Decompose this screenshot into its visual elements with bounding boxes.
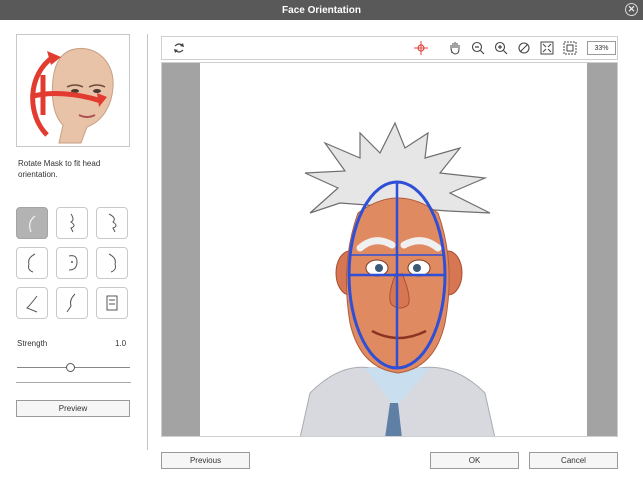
face-down-icon[interactable] [56, 287, 88, 319]
dialog-body: Rotate Mask to fit head orientation. Str… [0, 20, 643, 480]
face-profile-right-icon[interactable] [56, 207, 88, 239]
face-down-right-icon[interactable] [96, 287, 128, 319]
target-icon[interactable] [414, 41, 428, 55]
panel-divider [147, 34, 148, 450]
face-down-left-icon[interactable] [16, 287, 48, 319]
face-right-icon[interactable] [96, 247, 128, 279]
head-rotation-preview-icon [16, 34, 130, 147]
zoom-in-icon[interactable] [494, 41, 508, 55]
zoom-out-icon[interactable] [471, 41, 485, 55]
cancel-button[interactable]: Cancel [529, 452, 618, 469]
rotate-reset-icon[interactable] [172, 41, 186, 55]
face-three-quarter-icon[interactable] [56, 247, 88, 279]
zoom-level-field[interactable]: 33% [587, 41, 616, 55]
close-icon[interactable]: ✕ [625, 3, 638, 16]
image-viewport[interactable] [161, 62, 618, 437]
strength-slider-thumb[interactable] [66, 363, 75, 372]
instructions-text: Rotate Mask to fit head orientation. [18, 159, 101, 179]
strength-value: 1.0 [115, 339, 127, 348]
face-profile-right-tilt-icon[interactable] [96, 207, 128, 239]
fit-selection-icon[interactable] [563, 41, 577, 55]
previous-button[interactable]: Previous [161, 452, 250, 469]
preview-button[interactable]: Preview [16, 400, 130, 417]
hand-pan-icon[interactable] [448, 41, 462, 55]
face-left-icon[interactable] [16, 247, 48, 279]
divider [16, 382, 131, 383]
strength-label: Strength [17, 339, 48, 348]
ok-button[interactable]: OK [430, 452, 519, 469]
window-title: Face Orientation [282, 4, 361, 16]
title-bar: Face Orientation ✕ [0, 0, 643, 20]
face-profile-front-icon[interactable] [16, 207, 48, 239]
zoom-reset-icon[interactable] [517, 41, 531, 55]
toolbar: 33% [161, 36, 618, 60]
fit-screen-icon[interactable] [540, 41, 554, 55]
character-image [299, 121, 496, 436]
canvas [200, 63, 587, 436]
